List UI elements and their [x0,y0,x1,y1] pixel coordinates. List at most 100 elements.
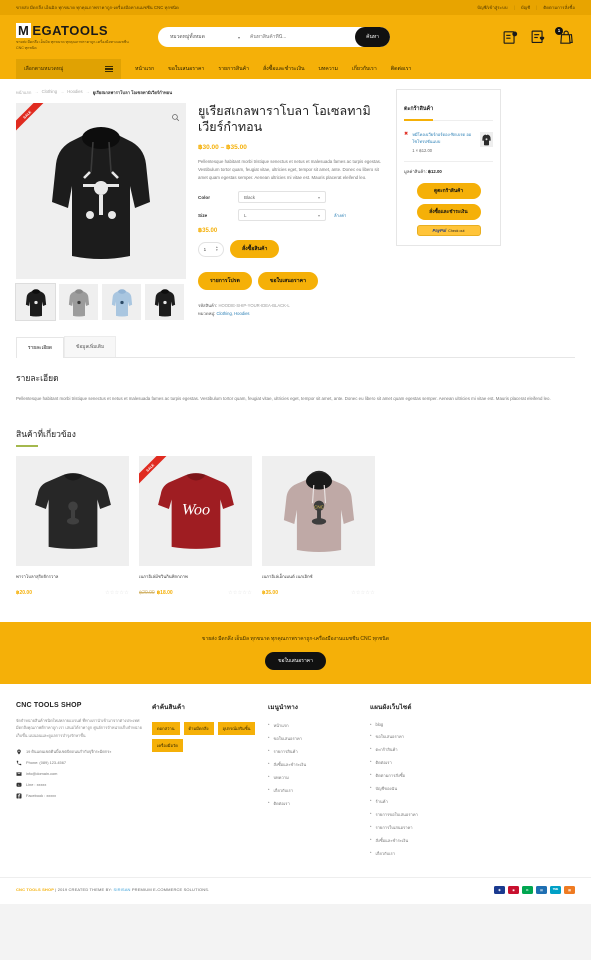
rating-stars: ☆☆☆☆☆ [351,589,375,596]
breadcrumb-item-hoodies[interactable]: Hoodies [67,89,82,96]
add-to-cart-button[interactable]: สั่งซื้อสินค้า [230,240,280,259]
thumbnail-2[interactable] [59,284,98,320]
logo[interactable]: M EGATOOLS [16,23,136,39]
category-toggle[interactable]: เลือกตามหมวดหมู่ [16,59,121,79]
quantity-arrows-icon[interactable]: ▲ ▼ [215,245,218,253]
top-link-myaccount[interactable]: บัญชี [521,4,530,11]
related-product-image[interactable]: Woo SALE [139,455,252,566]
brand-block[interactable]: M EGATOOLS ขายส่ง มีดกลึง เอ็นมิล ทุกขนาด… [16,23,136,50]
breadcrumb-item-home[interactable]: หน้าแรก [16,89,31,96]
cart-icon[interactable]: 1 [555,26,575,46]
footer-menu-item[interactable]: • หน้าแรก [268,722,362,729]
footer-sitemap-item[interactable]: • ร้านค้า [370,798,500,805]
nav-item-products[interactable]: รายการสินค้า [218,65,249,73]
footer-sitemap-item[interactable]: • รายการใบเสนอราคา [370,824,500,831]
paypal-checkout-button[interactable]: PayPal Check out [416,225,481,237]
footer-menu-item[interactable]: • รายการสินค้า [268,748,362,755]
footer-menu-item[interactable]: • สั่งซื้อและชำระเงิน [268,761,362,768]
related-product-name[interactable]: เนกาอิเล่มีชวินกินพิกกภาพ [139,574,252,581]
footer-sitemap-item[interactable]: • บัญชีของฉัน [370,785,500,792]
contact-line-text[interactable]: Line : xxxxx [26,782,46,788]
footer-sitemap-item[interactable]: • ติดตามการสั่งซื้อ [370,772,500,779]
contact-phone-text[interactable]: Phone: (089) 123-4567 [26,760,66,766]
footer-sitemap-item[interactable]: • blog [370,722,500,727]
contact-address-text: 19 ดินแดนเขตดินบิ้งเขตบิดถนนกำกับจุรีกระ… [26,748,112,754]
search-input[interactable] [246,34,356,40]
top-link-account[interactable]: บัญชี/เข้าสู่ระบบ [477,4,507,11]
footer-menu-item[interactable]: • ติดต่อเรา [268,800,362,807]
related-product-name[interactable]: พาราโบลาสุริยจักรวาล [16,574,129,581]
top-link-track-order[interactable]: ติดตามการสั่งซื้อ [543,4,575,11]
related-product-name[interactable]: เนกาอิเล่เอ็กเมนด์ เนกเอิกซ์ [262,574,375,581]
cta-quote-button[interactable]: ขอใบเสนอราคา [265,651,326,670]
product-meta: รหัสสินค้า: HOODIE-SHIP-YOUR-IDEA-BLACK-… [198,302,386,318]
thumbnail-1[interactable] [15,283,56,321]
related-product-card[interactable]: พาราโบลาสุริยจักรวาล ฿20.00 ☆☆☆☆☆ [16,455,129,596]
thumbnail-4[interactable] [145,284,184,320]
related-product-image[interactable] [16,455,129,566]
tshirt-black-art [34,472,111,549]
view-cart-button[interactable]: ดูตะกร้าสินค้า [416,183,481,200]
footer-sitemap-item[interactable]: • เกี่ยวกับเรา [370,850,500,857]
bullet-icon: • [370,797,372,803]
tab-additional-info[interactable]: ข้อมูลเพิ่มเติม [64,336,117,357]
nav-item-articles[interactable]: บทความ [319,65,338,73]
tag-accessories[interactable]: อุปกรณ์เสริมชิ้น [217,721,256,735]
related-product-price: ฿20.00 [16,589,32,596]
related-product-card[interactable]: CNC เนกาอิเล่เอ็กเมนด์ เนกเอิกซ์ ฿35.00 … [262,455,375,596]
footer-sitemap-item[interactable]: • ขอใบเสนอราคา [370,733,500,740]
tab-description[interactable]: รายละเอียด [16,337,65,358]
thumbnail-3[interactable] [102,284,141,320]
checkout-button[interactable]: สั่งซื้อและชำระเงิน [416,204,481,221]
compare-icon[interactable] [502,29,519,46]
product-main-image[interactable]: SALE [16,103,186,279]
related-product-image[interactable]: CNC [262,455,375,566]
footer-col-menu: เมนูนำทาง • หน้าแรก • ขอใบเสนอราคา • รายการ… [268,702,362,863]
copyright-theme-brand[interactable]: SIRISAN [114,887,131,892]
related-product-card[interactable]: Woo SALE เนกาอิเล่มีชวินกินพิกกภาพ ฿20.0… [139,455,252,596]
sidebar: ตะกร้าสินค้า ✖ หมีโคลงเวียร์กอร์ดอง-ฟิกเ… [396,89,501,320]
clear-variation-link[interactable]: ล้างค่า [334,212,346,219]
nav-item-checkout[interactable]: สั่งซื้อและชำระเงิน [263,65,305,73]
tag-drill[interactable]: ดอกสว่าน [152,721,180,735]
wishlist-icon[interactable] [530,29,547,46]
top-sep-1: | [513,5,515,10]
color-select[interactable]: Black ▾ [238,191,326,204]
category-link-clothing[interactable]: Clothing [216,311,231,316]
remove-item-icon[interactable]: ✖ [404,131,408,153]
cart-item-name[interactable]: หมีโคลงเวียร์กอร์ดอง-ฟิกเบรด ออโซโทรปชั่… [412,132,476,145]
footer-sitemap-item[interactable]: • รายการขอใบเสนอราคา [370,811,500,818]
product-tabs: รายละเอียด ข้อมูลเพิ่มเติม [16,336,575,358]
quantity-stepper[interactable]: 1 ▲ ▼ [198,241,224,257]
nav-item-quote[interactable]: ขอใบเสนอราคา [168,65,204,73]
search-category-select[interactable]: หมวดหมู่ทั้งหมด ▾ [158,33,246,41]
contact-facebook-text[interactable]: Facebook : xxxxx [26,793,56,799]
search-bar[interactable]: หมวดหมู่ทั้งหมด ▾ ค้นหา [158,27,390,47]
request-quote-button[interactable]: ขอใบเสนอราคา [257,272,318,291]
top-bar: ขายส่ง มีดกลึง เอ็นมิล ทุกขนาด ทุกคุณภาพ… [0,0,591,15]
size-select[interactable]: L ▾ [238,209,326,222]
footer-sitemap-label: ขอใบเสนอราคา [375,733,404,739]
zoom-icon[interactable] [171,109,180,122]
category-link-hoodies[interactable]: Hoodies [234,311,249,316]
cart-item-body: หมีโคลงเวียร์กอร์ดอง-ฟิกเบรด ออโซโทรปชั่… [412,132,476,153]
footer-menu-item[interactable]: • ขอใบเสนอราคา [268,735,362,742]
tag-measuring[interactable]: เครื่องมือวัด [152,738,183,752]
logo-subtitle: ขายส่ง มีดกลึง เอ็นมิล ทุกขนาด ทุกคุณภาพ… [16,40,129,50]
breadcrumb: หน้าแรก → Clothing → Hoodies → ยูเรียสเก… [16,89,386,96]
footer-sitemap-item[interactable]: • ตะกร้าสินค้า [370,746,500,753]
search-button[interactable]: ค้นหา [355,27,390,47]
contact-email-text[interactable]: info@domain.com [26,771,57,777]
footer-sitemap-item[interactable]: • สั่งซื้อและชำระเงิน [370,837,500,844]
footer-menu-item[interactable]: • บทความ [268,774,362,781]
footer-sitemap-item[interactable]: • ติดต่อเรา [370,759,500,766]
nav-item-contact[interactable]: ติดต่อเรา [391,65,412,73]
site-header: M EGATOOLS ขายส่ง มีดกลึง เอ็นมิล ทุกขนาด… [0,15,591,59]
wishlist-button[interactable]: รายการโปรด [198,272,252,291]
tag-tool-holder[interactable]: ด้ามมีดกลึง [183,721,214,735]
footer-menu-item[interactable]: • เกี่ยวกับเรา [268,787,362,794]
breadcrumb-item-clothing[interactable]: Clothing [42,89,57,96]
nav-item-home[interactable]: หน้าแรก [135,65,154,73]
nav-item-about[interactable]: เกี่ยวกับเรา [352,65,377,73]
paypal-logo: PayPal [432,228,447,234]
